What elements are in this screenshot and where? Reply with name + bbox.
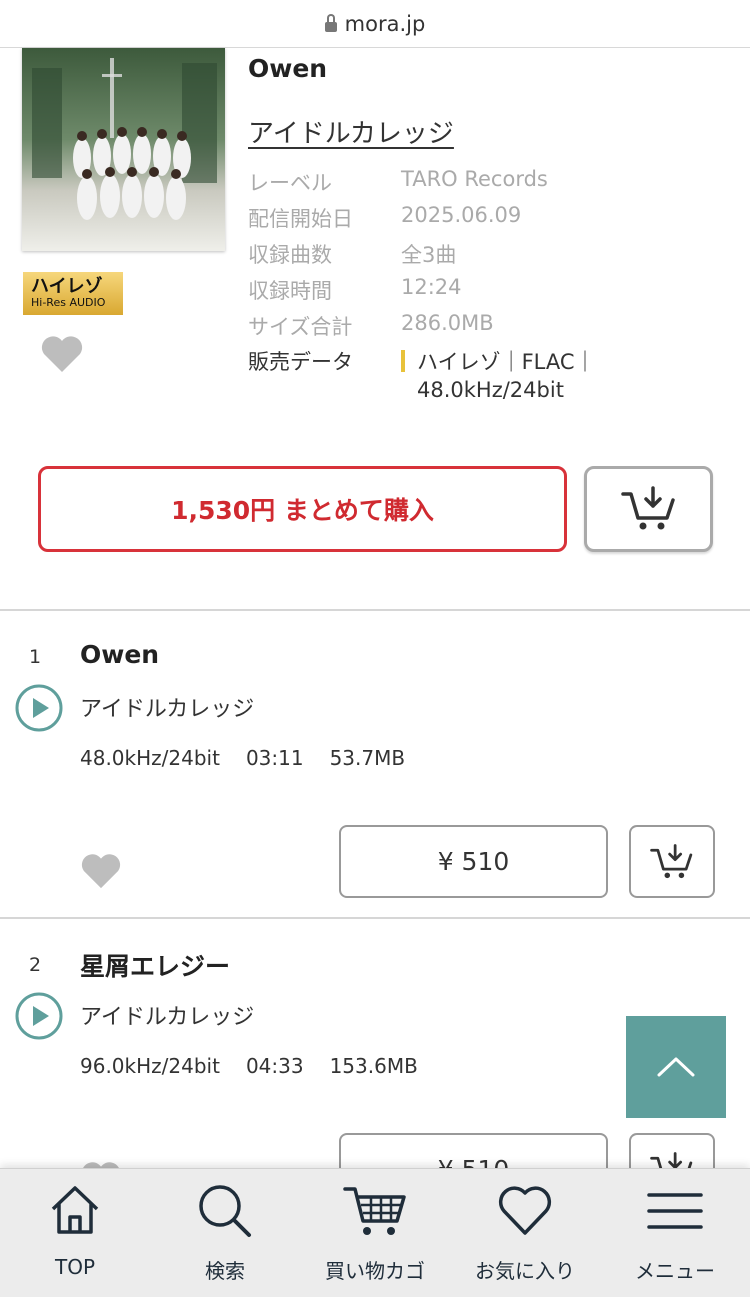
meta-key: 収録時間: [248, 279, 332, 303]
hires-audio-badge: ハイレゾ Hi-Res AUDIO: [23, 272, 123, 315]
nav-menu[interactable]: メニュー: [600, 1169, 750, 1297]
meta-key: 配信開始日: [248, 207, 353, 231]
section-divider: [0, 609, 750, 611]
track-number: 2: [29, 954, 42, 976]
album-artist-link[interactable]: アイドルカレッジ: [248, 113, 454, 150]
nav-label: メニュー: [635, 1259, 715, 1283]
track-duration: 03:11: [245, 746, 304, 770]
track-artist[interactable]: アイドルカレッジ: [80, 691, 254, 723]
nav-cart[interactable]: 買い物カゴ: [300, 1169, 450, 1297]
chevron-up-icon: [657, 1057, 695, 1077]
cart-download-icon: [620, 486, 675, 530]
track-info: 96.0kHz/24bit 04:33 153.6MB: [80, 1054, 444, 1078]
nav-top[interactable]: TOP: [0, 1169, 150, 1297]
track-format: 48.0kHz/24bit: [80, 746, 220, 770]
meta-key: サイズ合計: [248, 315, 353, 339]
heart-outline-icon: [498, 1186, 552, 1235]
search-icon: [199, 1185, 251, 1237]
track-duration: 04:33: [245, 1054, 304, 1078]
bottom-navigation-bar: TOP 検索 買い物カゴ お気に入り メニュー: [0, 1168, 750, 1297]
home-icon: [51, 1186, 99, 1234]
buy-album-button[interactable]: 1,530円 まとめて購入: [38, 466, 567, 552]
album-cover-image: [22, 48, 225, 251]
cart-download-icon: [650, 843, 693, 878]
nav-label: 検索: [205, 1259, 245, 1283]
hamburger-icon: [647, 1193, 703, 1229]
hires-badge-en: Hi-Res AUDIO: [31, 295, 106, 309]
scroll-to-top-button[interactable]: [626, 1016, 726, 1118]
track-divider: [0, 917, 750, 919]
meta-value: 2025.06.09: [401, 203, 522, 227]
meta-key: 収録曲数: [248, 243, 332, 267]
meta-key: 販売データ: [248, 350, 353, 374]
lock-icon: [324, 13, 337, 32]
nav-favorites[interactable]: お気に入り: [450, 1169, 600, 1297]
sales-quality: 48.0kHz/24bit: [417, 378, 564, 402]
meta-value: 12:24: [401, 275, 462, 299]
buy-track-button[interactable]: ¥ 510: [339, 825, 608, 898]
album-favorite-heart-icon[interactable]: [40, 334, 84, 374]
play-preview-button[interactable]: [14, 991, 64, 1041]
sales-format: ハイレゾ｜FLAC｜: [417, 350, 596, 374]
nav-label: 買い物カゴ: [325, 1259, 425, 1283]
hires-badge-jp: ハイレゾ: [31, 275, 103, 297]
track-title[interactable]: Owen: [80, 640, 159, 669]
nav-label: お気に入り: [475, 1259, 575, 1283]
browser-url-bar[interactable]: mora.jp: [0, 0, 750, 48]
track-format: 96.0kHz/24bit: [80, 1054, 220, 1078]
meta-value: 286.0MB: [401, 311, 494, 335]
track-number: 1: [29, 646, 42, 668]
cart-icon: [343, 1187, 406, 1235]
track-title[interactable]: 星屑エレジー: [80, 947, 230, 983]
url-text: mora.jp: [344, 11, 426, 36]
hires-marker: [401, 350, 405, 372]
nav-label: TOP: [54, 1255, 96, 1279]
add-album-to-cart-button[interactable]: [584, 466, 713, 552]
track-favorite-heart-icon[interactable]: [80, 852, 122, 890]
track-size: 53.7MB: [329, 746, 406, 770]
meta-value: TARO Records: [401, 167, 548, 191]
album-title: Owen: [248, 54, 328, 83]
meta-key: レーベル: [248, 171, 332, 195]
play-preview-button[interactable]: [14, 683, 64, 733]
meta-value: 全3曲: [401, 243, 457, 267]
track-info: 48.0kHz/24bit 03:11 53.7MB: [80, 746, 431, 770]
nav-search[interactable]: 検索: [150, 1169, 300, 1297]
add-track-to-cart-button[interactable]: [629, 825, 715, 898]
track-artist[interactable]: アイドルカレッジ: [80, 999, 254, 1031]
track-size: 153.6MB: [329, 1054, 418, 1078]
